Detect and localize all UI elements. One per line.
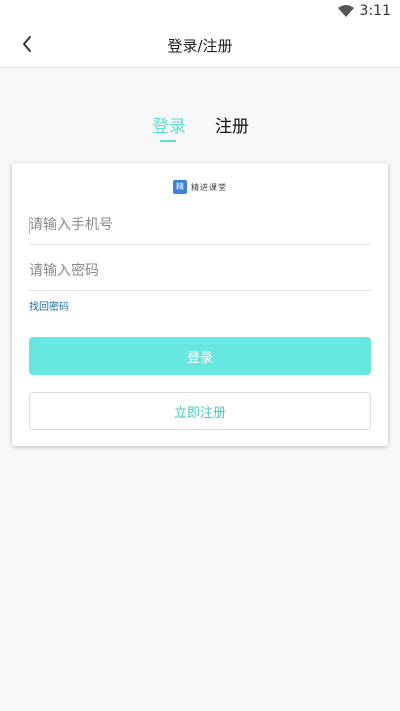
brand-logo-icon: 精 <box>173 180 187 194</box>
wifi-icon <box>337 5 354 17</box>
login-button[interactable]: 登录 <box>29 337 371 375</box>
brand-name: 精进课堂 <box>191 182 227 192</box>
password-input[interactable] <box>29 251 371 290</box>
tab-login[interactable]: 登录 <box>152 112 186 137</box>
login-card: 精 精进课堂 找回密码 登录 立即注册 <box>12 163 388 446</box>
brand: 精 精进课堂 <box>12 180 388 194</box>
forgot-password-link[interactable]: 找回密码 <box>29 298 69 313</box>
page-title: 登录/注册 <box>167 37 233 55</box>
register-now-button[interactable]: 立即注册 <box>29 392 371 430</box>
active-tab-indicator <box>160 140 176 142</box>
auth-tabs: 登录 注册 <box>0 112 400 152</box>
text-caret <box>29 217 30 234</box>
status-bar: 3:11 <box>0 0 400 22</box>
password-field <box>29 251 371 291</box>
phone-input[interactable] <box>29 205 371 244</box>
phone-field <box>29 205 371 245</box>
status-time: 3:11 <box>359 3 391 19</box>
app-bar: 登录/注册 <box>0 22 400 68</box>
tab-register[interactable]: 注册 <box>215 112 249 137</box>
